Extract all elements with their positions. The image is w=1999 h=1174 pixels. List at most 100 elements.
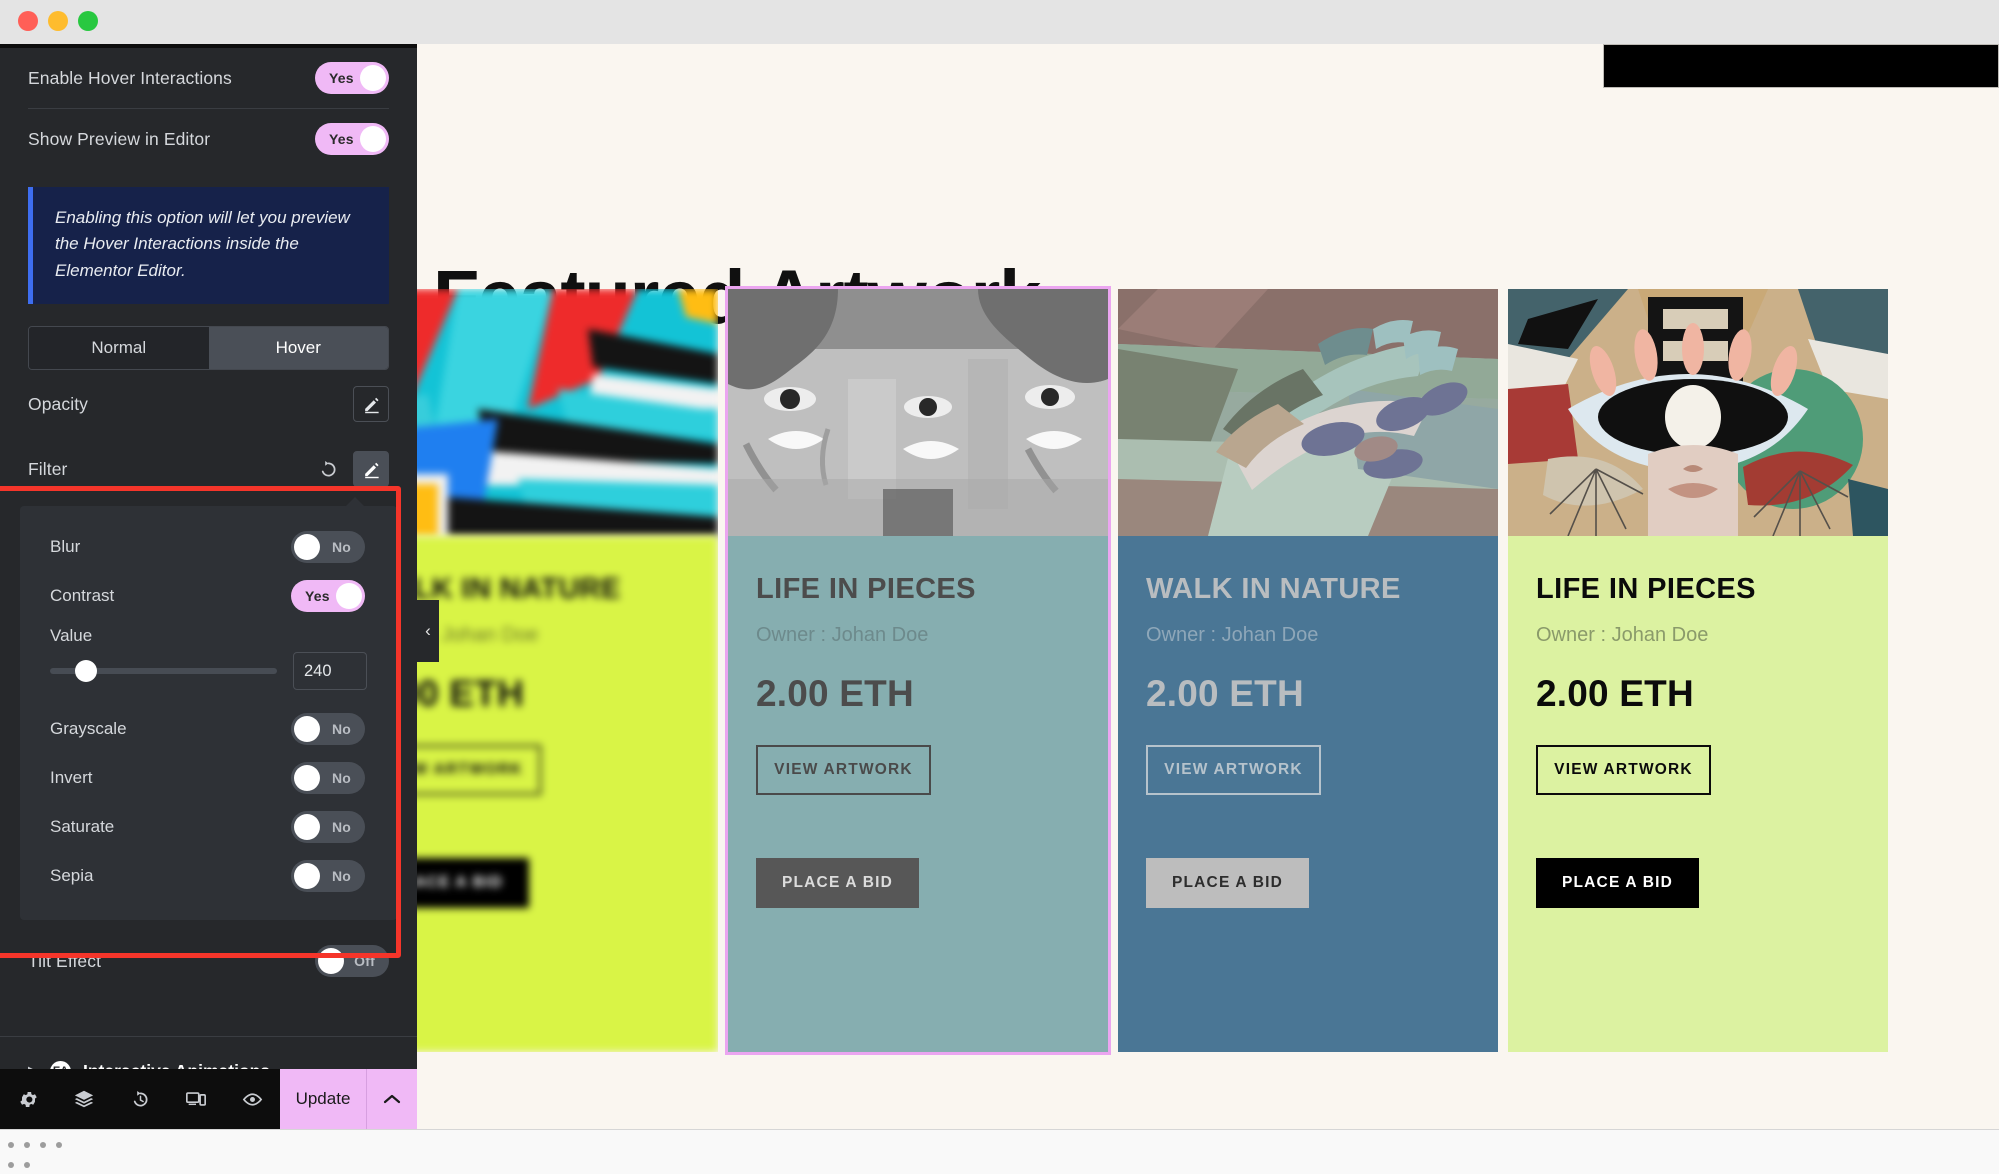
view-artwork-button[interactable]: VIEW ARTWORK [756,744,931,795]
status-dots-row-2 [8,1162,30,1168]
traffic-lights [18,11,98,31]
toggle-knob [318,948,344,975]
status-dot [24,1142,30,1148]
panel-scroll-area[interactable]: Enable Hover Interactions Yes Show Previ… [0,48,417,1069]
toggle-enable-hover-interactions[interactable]: Yes [315,62,389,94]
toggle-show-preview-in-editor[interactable]: Yes [315,123,389,155]
site-preview-canvas[interactable]: Featured Artwork ‹ [417,44,1999,1129]
view-artwork-button[interactable]: VIEW ARTWORK [1536,744,1711,795]
filter-option-invert: Invert No [24,753,393,802]
filter-popover: Blur No Contrast Yes Value 240 Grayscale… [20,497,397,921]
collapse-panel-handle[interactable]: ‹ [417,600,439,662]
slider-handle[interactable] [75,660,98,683]
toggle-sepia[interactable]: No [291,859,365,892]
toggle-knob [294,764,320,791]
status-dot [40,1142,46,1148]
toggle-saturate[interactable]: No [291,810,365,843]
filter-option-label: Grayscale [50,718,127,738]
info-notice-text: Enabling this option will let you previe… [55,208,350,280]
browser-bottom-bar [0,1129,1999,1174]
place-a-bid-button[interactable]: PLACE A BID [756,858,919,908]
filter-option-label: Saturate [50,816,115,836]
tab-normal[interactable]: Normal [29,327,209,370]
filter-option-blur: Blur No [24,522,393,571]
section-interactive-animations[interactable]: ▶ EA Interactive Animations [0,1037,417,1069]
responsive-mode-button[interactable] [168,1069,224,1129]
filter-option-contrast: Contrast Yes [24,571,393,620]
toggle-knob [294,813,320,840]
elementor-addons-badge-icon: EA [50,1060,71,1069]
hands-illustration-art [1118,289,1498,536]
status-dots-row-1 [8,1142,62,1148]
toggle-grayscale[interactable]: No [291,712,365,745]
status-dot [8,1162,14,1168]
toggle-tilt-effect[interactable]: Off [315,945,389,978]
toggle-value: Off [354,953,375,970]
toggle-invert[interactable]: No [291,761,365,794]
place-a-bid-button[interactable]: PLACE A BID [1536,858,1699,908]
contrast-value-label: Value [50,626,93,646]
filter-section: Filter Blur No Contrast Yes Value 240 Gr… [0,438,417,921]
artwork-title: LIFE IN PIECES [756,573,976,605]
close-window-button[interactable] [18,11,38,31]
toggle-knob [294,715,320,742]
filter-edit-button[interactable] [353,451,389,488]
footer-icon-group [0,1069,280,1129]
update-button[interactable]: Update [280,1069,366,1129]
opacity-edit-button[interactable] [353,386,389,423]
minimize-window-button[interactable] [48,11,68,31]
place-a-bid-button[interactable]: PLACE A BID [417,858,529,908]
preview-header-black-bar [1603,44,1999,88]
history-button[interactable] [112,1069,168,1129]
toggle-value: Yes [329,70,354,86]
artwork-card-body: LIFE IN PIECES Owner : Johan Doe 2.00 ET… [1508,536,1888,1052]
control-label: Enable Hover Interactions [28,67,232,88]
artwork-image [728,289,1108,536]
pencil-icon [364,462,379,478]
artwork-card[interactable]: LIFE IN PIECES Owner : Johan Doe 2.00 ET… [1508,289,1888,1052]
app-root: Enable Hover Interactions Yes Show Previ… [0,44,1999,1129]
window-titlebar [0,0,1999,44]
navigator-button[interactable] [56,1069,112,1129]
preview-button[interactable] [224,1069,280,1129]
filter-reset-button[interactable] [315,456,341,482]
artwork-image [417,289,718,536]
toggle-blur[interactable]: No [291,530,365,563]
place-a-bid-button[interactable]: PLACE A BID [1146,858,1309,908]
contrast-value-control [24,648,393,691]
contrast-value-input[interactable] [293,652,367,691]
artwork-image [1508,289,1888,536]
state-tabs: Normal Hover [28,326,389,371]
status-dot [8,1142,14,1148]
gear-icon [19,1091,37,1107]
artwork-image [1118,289,1498,536]
view-artwork-button[interactable]: VIEW ARTWORK [417,744,541,795]
artwork-price: 2.00 ETH [756,672,914,714]
section-label: Interactive Animations [83,1061,270,1069]
toggle-value: No [331,720,351,737]
artwork-card[interactable]: WALK IN NATURE Owner : Johan Doe 2.00 ET… [417,289,718,1052]
view-artwork-button[interactable]: VIEW ARTWORK [1146,744,1321,795]
status-dot [24,1162,30,1168]
toggle-value: Yes [329,131,354,147]
artwork-card[interactable]: WALK IN NATURE Owner : Johan Doe 2.00 ET… [1118,289,1498,1052]
maximize-window-button[interactable] [78,11,98,31]
artwork-owner: Owner : Johan Doe [756,623,929,646]
toggle-value: No [331,538,351,555]
toggle-knob [294,862,320,889]
settings-button[interactable] [0,1069,56,1129]
toggle-knob [336,582,362,609]
toggle-contrast[interactable]: Yes [291,579,365,612]
contrast-slider[interactable] [50,660,277,683]
update-options-button[interactable] [365,1069,417,1129]
artwork-card-body: LIFE IN PIECES Owner : Johan Doe 2.00 ET… [728,536,1108,1052]
filter-option-saturate: Saturate No [24,802,393,851]
toggle-knob [360,65,386,91]
eye-icon [242,1092,262,1106]
chevron-right-icon: ▶ [28,1063,38,1069]
artwork-card[interactable]: LIFE IN PIECES Owner : Johan Doe 2.00 ET… [725,286,1111,1055]
tab-hover[interactable]: Hover [208,327,388,370]
filter-label: Filter [28,458,68,479]
control-opacity: Opacity [0,370,417,438]
